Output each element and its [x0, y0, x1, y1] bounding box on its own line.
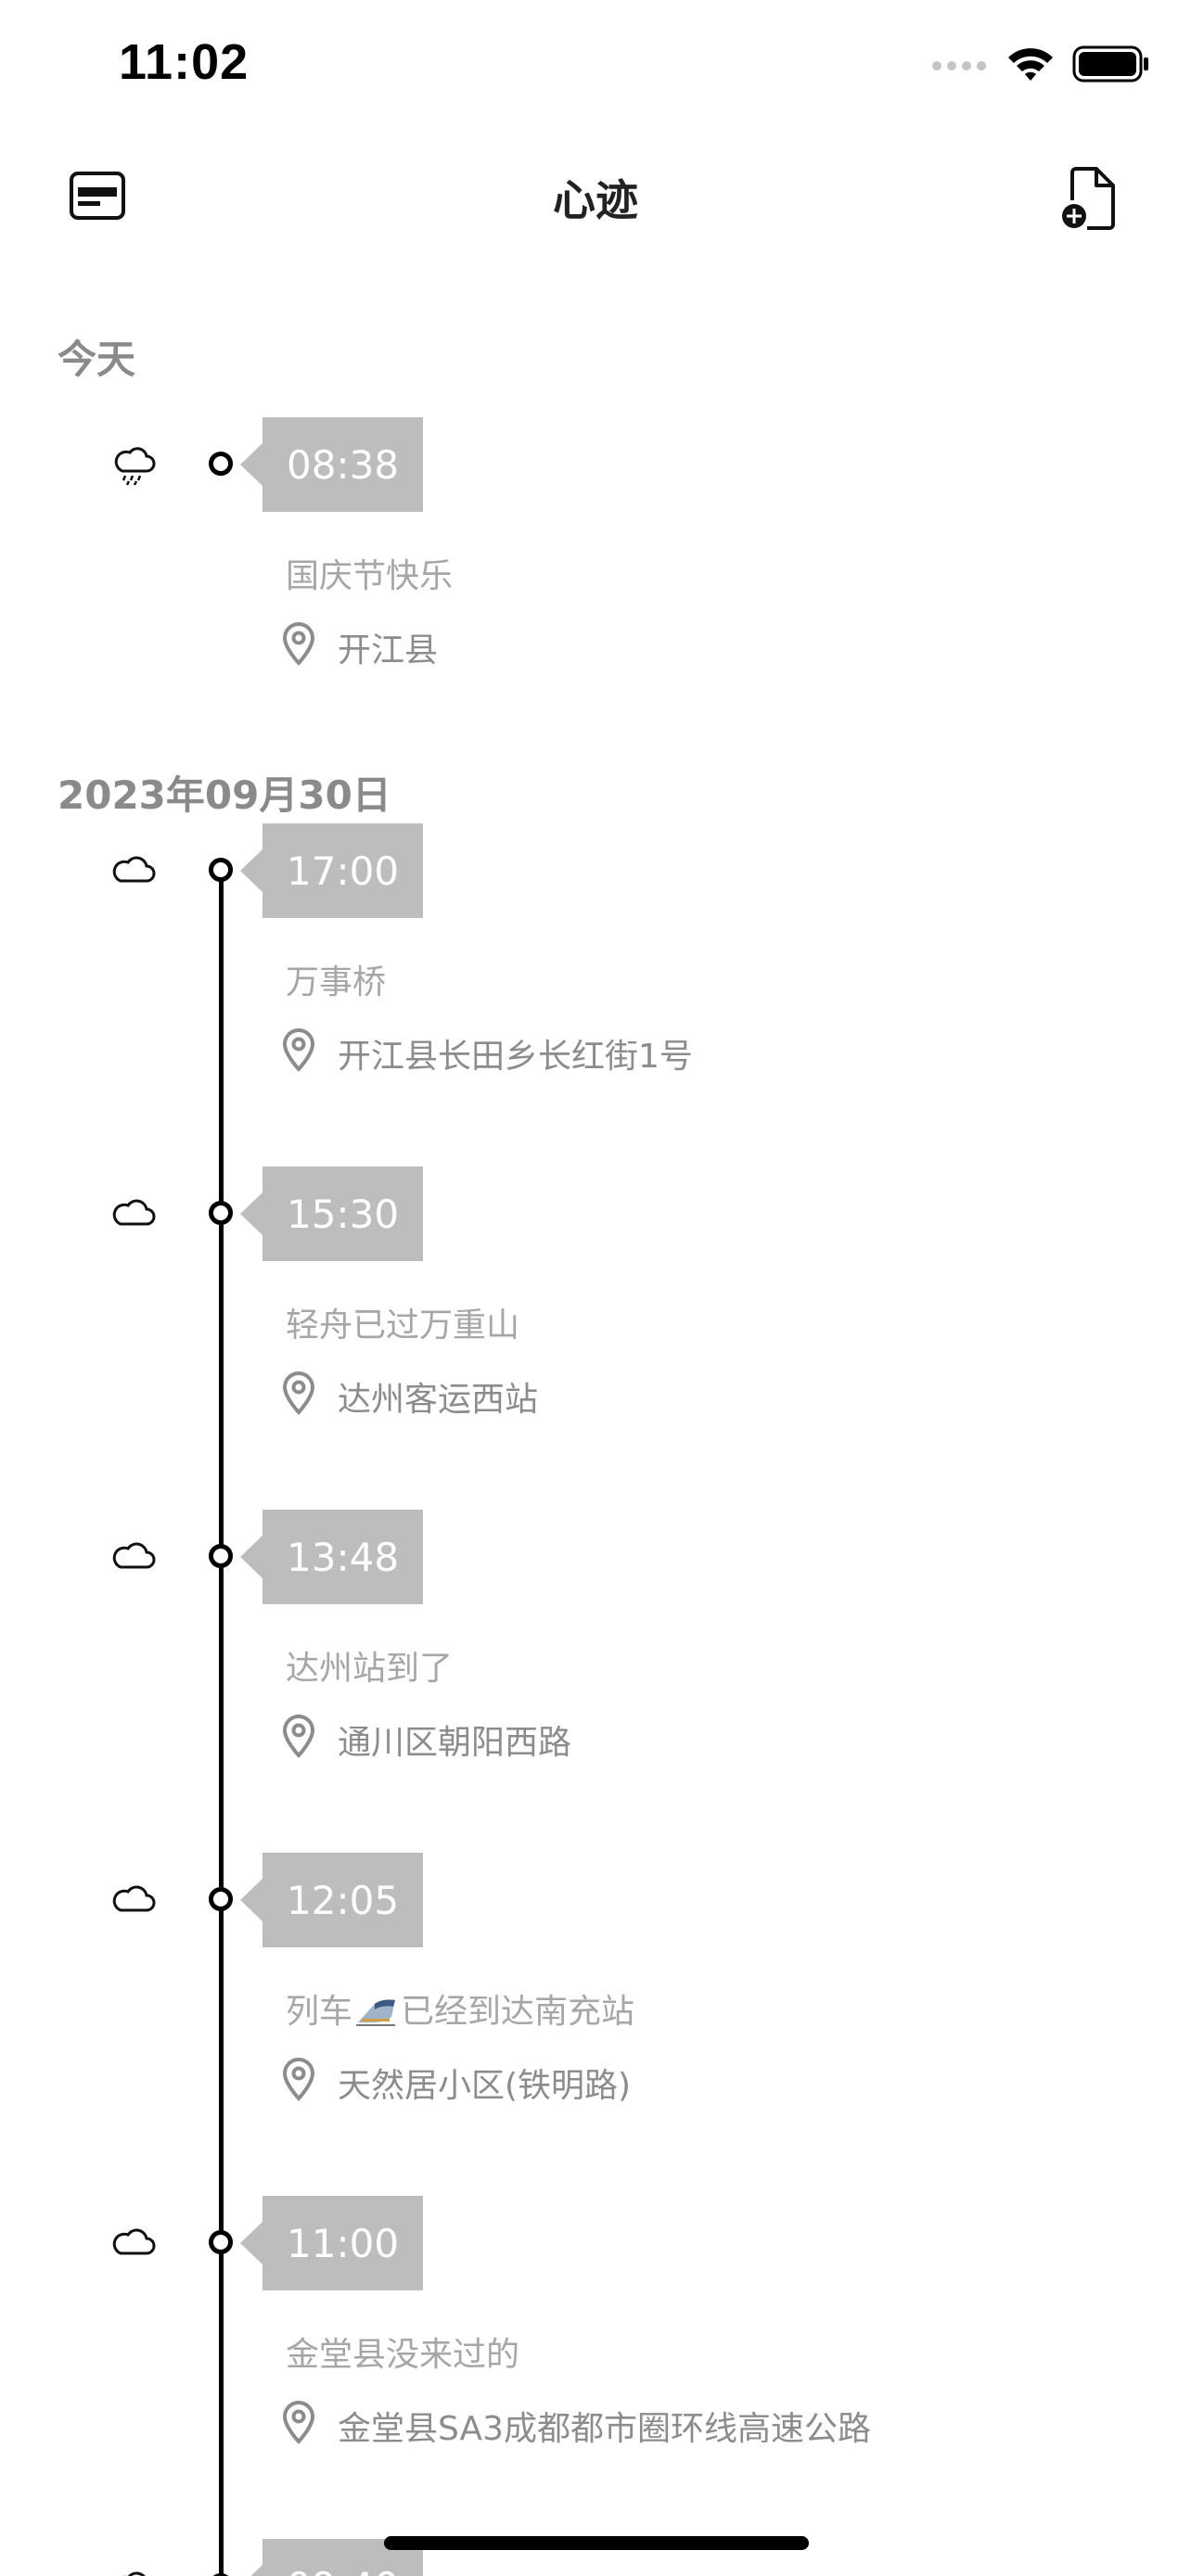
location-pin-icon: [282, 622, 315, 666]
battery-icon: [1072, 45, 1148, 83]
add-document-icon[interactable]: [1061, 165, 1117, 232]
status-indicators: [931, 43, 1150, 85]
timeline-dot: [209, 858, 233, 882]
timeline-dot: [209, 1544, 233, 1568]
entry-location: 金堂县SA3成都都市圈环线高速公路: [338, 2410, 872, 2448]
time-bubble: 17:00: [239, 823, 424, 918]
entry-note: 列车 已经到达南充站: [286, 1984, 634, 2033]
cloud-icon: [112, 1199, 156, 1226]
cloud-icon: [112, 2228, 156, 2255]
cloud-icon: [112, 856, 156, 883]
entry-location: 通川区朝阳西路: [338, 1724, 572, 1762]
section-header-today: 今天: [58, 337, 136, 382]
entry-note: 金堂县没来过的: [286, 2336, 520, 2374]
cloud-icon: [112, 1542, 156, 1569]
timeline-dot: [209, 452, 233, 476]
timeline-entry[interactable]: 13:48 达州站到了 通川区朝阳西路: [0, 1510, 1191, 1788]
timeline-entry[interactable]: 08:38 国庆节快乐 开江县: [0, 417, 1191, 695]
entry-note: 达州站到了: [286, 1650, 454, 1688]
location-pin-icon: [282, 2058, 315, 2101]
entry-note-prefix: 列车: [286, 1993, 353, 2031]
entry-location: 天然居小区(铁明路): [338, 2067, 632, 2105]
entry-note: 国庆节快乐: [286, 557, 454, 595]
timeline-entry[interactable]: 15:30 轻舟已过万重山 达州客运西站: [0, 1167, 1191, 1445]
location-pin-icon: [282, 1715, 315, 1758]
section-header-date: 2023年09月30日: [58, 772, 391, 818]
time-bubble: 15:30: [239, 1167, 424, 1261]
train-icon: [356, 1999, 396, 2026]
page-title: 心迹: [553, 175, 638, 225]
time-bubble: 13:48: [239, 1510, 424, 1604]
entry-location: 开江县长田乡长红街1号: [338, 1038, 693, 1076]
entry-note: 万事桥: [286, 963, 387, 1001]
location-pin-icon: [282, 1371, 315, 1415]
wifi-icon: [1008, 48, 1053, 81]
cloud-icon: [122, 2571, 146, 2576]
entry-note: 轻舟已过万重山: [286, 1307, 520, 1345]
status-time: 11:02: [119, 34, 250, 90]
cloud-icon: [112, 1885, 156, 1912]
timeline-entry[interactable]: 12:05 列车 已经到达南充站 天然居小区(铁明路): [0, 1853, 1191, 2131]
timeline-dot: [209, 2230, 233, 2254]
timeline-dot: [209, 1201, 233, 1225]
cellular-signal-icon: [932, 61, 986, 70]
time-bubble: 08:38: [239, 417, 424, 512]
timeline-entry[interactable]: 17:00 万事桥 开江县长田乡长红街1号: [0, 823, 1191, 1102]
location-pin-icon: [282, 2401, 315, 2444]
time-bubble: 12:05: [239, 1853, 424, 1947]
home-indicator[interactable]: [384, 2536, 809, 2550]
entry-location: 开江县: [338, 631, 439, 670]
entry-location: 达州客运西站: [338, 1381, 539, 1419]
location-pin-icon: [282, 1028, 315, 1072]
timeline-dot: [209, 1887, 233, 1911]
rain-cloud-icon: [114, 447, 156, 486]
time-bubble: 11:00: [239, 2196, 424, 2290]
app-screen: 11:02 心迹 今天 08:38 国庆节快乐 开江县 2023年09月30日 …: [0, 0, 1191, 2576]
timeline-entry[interactable]: 11:00 金堂县没来过的 金堂县SA3成都都市圈环线高速公路: [0, 2196, 1191, 2474]
entry-note-suffix: 已经到达南充站: [401, 1993, 635, 2031]
